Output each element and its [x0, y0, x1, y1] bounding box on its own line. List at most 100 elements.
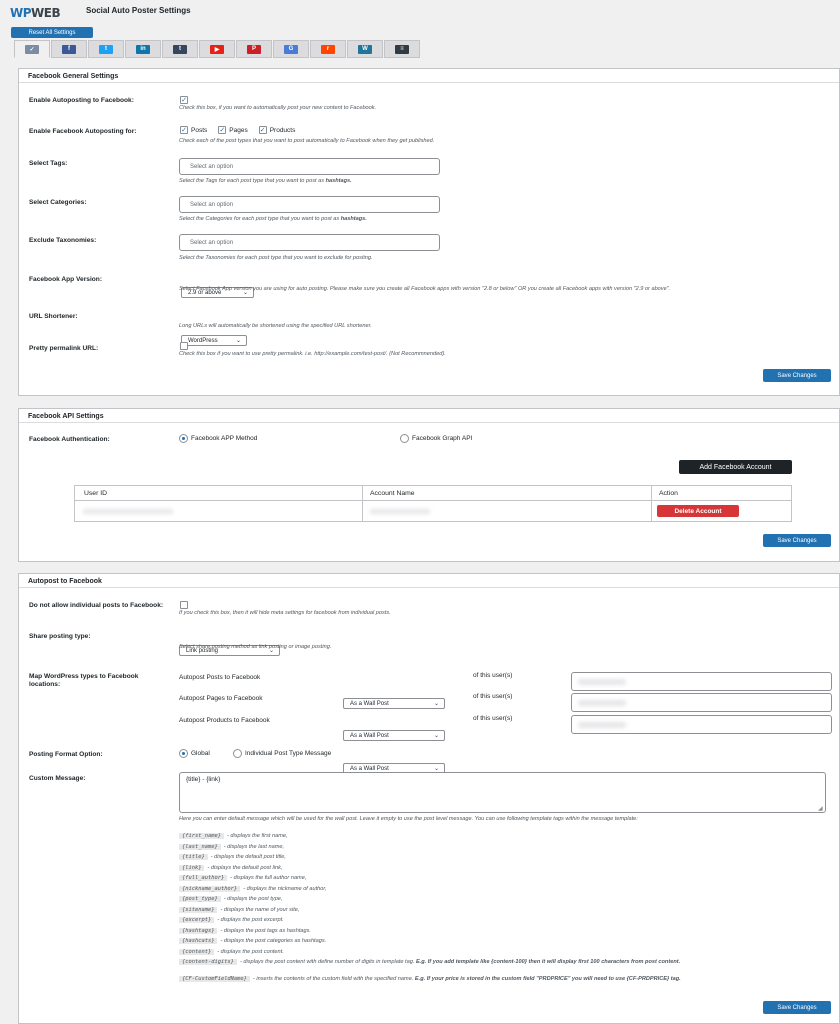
template-tag: {link} — [179, 864, 205, 871]
post-types-group: ✓ Posts ✓ Pages ✓ Products — [180, 126, 295, 134]
graph-api-radio[interactable] — [400, 434, 409, 443]
template-tag-item: {full_author} - displays the full author … — [179, 875, 327, 886]
template-tag: {excerpt} — [179, 917, 215, 923]
select-categories-desc: Select the Categories for each post type… — [179, 216, 367, 222]
map-row-users-input[interactable] — [571, 715, 832, 734]
save-changes-button[interactable]: Save Changes — [763, 369, 831, 382]
reddit-icon: r — [321, 44, 335, 54]
tab-pinterest[interactable]: P — [236, 40, 272, 58]
template-tags-list: {first_name} - displays the first name, {l… — [179, 833, 327, 959]
template-tag: {content} — [179, 948, 215, 955]
delete-account-button[interactable]: Delete Account — [657, 505, 739, 517]
reset-all-settings-button[interactable]: Reset All Settings — [11, 27, 93, 38]
facebook-api-settings-panel: Facebook API Settings Facebook Authentic… — [18, 408, 840, 562]
template-tag: {nickname_author} — [179, 885, 241, 892]
youtube-icon: ▶ — [210, 44, 224, 54]
custom-message-textarea[interactable]: {title} - {link} — [179, 772, 826, 813]
save-changes-button[interactable]: Save Changes — [763, 1001, 831, 1014]
products-checkbox[interactable]: ✓ — [258, 126, 267, 134]
tab-linkedin[interactable]: in — [125, 40, 161, 58]
no-individual-posts-desc: If you check this box, then it will hide… — [179, 610, 391, 616]
tumblr-icon: t — [173, 44, 187, 54]
map-row-select[interactable]: As a Wall Post ⌄ — [343, 730, 445, 741]
select-tags-desc: Select the Tags for each post type that … — [179, 178, 352, 184]
app-method-option[interactable]: Facebook APP Method — [179, 434, 257, 443]
template-tag-item: {hashcats} - displays the post categories… — [179, 938, 327, 949]
template-tag-item: {excerpt} - displays the post excerpt. — [179, 917, 327, 928]
wpweb-logo: WPWEB — [10, 6, 61, 20]
select-tags-input[interactable]: Select an option — [179, 158, 440, 175]
autopost-to-facebook-panel: Autopost to Facebook Do not allow indivi… — [18, 573, 840, 1024]
user-id-header: User ID — [74, 485, 363, 501]
add-facebook-account-button[interactable]: Add Facebook Account — [679, 460, 792, 474]
format-global-option[interactable]: Global — [179, 749, 210, 758]
template-tag-item: {hashtags} - displays the post tags as ha… — [179, 927, 327, 939]
facebook-general-settings-panel: Facebook General Settings Enable Autopos… — [18, 68, 840, 396]
tab-wordpress[interactable]: W — [347, 40, 383, 58]
products-label: Products — [269, 126, 296, 134]
custom-message-desc: Here you can enter default message which… — [179, 816, 638, 822]
map-row-users-input[interactable] — [571, 672, 832, 691]
enable-autoposting-desc: Check this box, if you want to automatic… — [179, 105, 377, 111]
map-row-select[interactable]: As a Wall Post ⌄ — [343, 698, 445, 709]
resize-handle-icon[interactable]: ◢ — [818, 805, 823, 812]
map-row-label: Autopost Pages to Facebook — [179, 695, 263, 702]
tab-twitter[interactable]: t — [88, 40, 124, 58]
section-title: Autopost to Facebook — [19, 574, 839, 588]
global-radio[interactable] — [179, 749, 188, 758]
enable-autoposting-label: Enable Autoposting to Facebook: — [29, 97, 134, 104]
linkedin-icon: in — [136, 44, 150, 54]
tab-youtube[interactable]: ▶ — [199, 40, 235, 58]
tab-social-auto-poster[interactable]: ✓ — [14, 40, 50, 58]
pages-checkbox[interactable]: ✓ — [218, 126, 227, 134]
tab-facebook[interactable]: f — [51, 40, 87, 58]
select-categories-input[interactable]: Select an option — [179, 196, 440, 213]
template-tag: {post_type} — [179, 896, 221, 902]
url-shortener-select[interactable]: WordPress ⌄ — [181, 335, 247, 346]
chevron-down-icon: ⌄ — [235, 338, 241, 344]
pretty-permalink-label: Pretty permalink URL: — [29, 345, 99, 352]
share-posting-type-label: Share posting type: — [29, 633, 91, 640]
template-tag-item: {content} - displays the post content. — [179, 948, 327, 960]
chevron-down-icon: ⌄ — [433, 733, 439, 739]
google-business-icon: G — [284, 44, 298, 54]
map-types-label: Map WordPress types to Facebook location… — [29, 673, 139, 688]
buffer-icon: ≡ — [395, 44, 409, 54]
autoposting-types-label: Enable Facebook Autoposting for: — [29, 128, 137, 135]
map-row-label: Autopost Products to Facebook — [179, 717, 270, 724]
exclude-taxonomies-label: Exclude Taxonomies: — [29, 237, 97, 244]
posts-checkbox[interactable]: ✓ — [180, 126, 188, 134]
social-auto-poster-icon: ✓ — [25, 44, 39, 54]
template-tag-item: {link} - displays the default post link, — [179, 864, 327, 876]
template-tag: {content-digits} — [179, 959, 237, 965]
twitter-icon: t — [99, 44, 113, 54]
map-row-users-input[interactable] — [571, 693, 832, 712]
tab-reddit[interactable]: r — [310, 40, 346, 58]
facebook-authentication-label: Facebook Authentication: — [29, 436, 110, 443]
map-row-label: Autopost Posts to Facebook — [179, 674, 261, 681]
facebook-icon: f — [62, 44, 76, 54]
template-tag: {title} — [179, 854, 208, 860]
network-tabs: ✓ f t in t ▶ P Gr W ≡ — [14, 40, 420, 58]
tab-tumblr[interactable]: t — [162, 40, 198, 58]
map-row-of-users: of this user(s) — [473, 672, 513, 679]
graph-api-option[interactable]: Facebook Graph API — [400, 434, 472, 443]
pages-label: Pages — [229, 126, 248, 134]
pretty-permalink-checkbox[interactable] — [180, 342, 188, 350]
table-header-row: User ID Account Name Action — [74, 485, 792, 501]
no-individual-posts-checkbox[interactable] — [180, 601, 188, 609]
app-method-radio[interactable] — [179, 434, 188, 443]
save-changes-button[interactable]: Save Changes — [763, 534, 831, 547]
tab-buffer[interactable]: ≡ — [384, 40, 420, 58]
section-title: Facebook General Settings — [19, 69, 839, 83]
individual-radio[interactable] — [233, 749, 242, 758]
enable-autoposting-checkbox[interactable]: ✓ — [180, 96, 188, 104]
url-shortener-desc: Long URLs will automatically be shortene… — [179, 323, 372, 329]
tab-google-business[interactable]: G — [273, 40, 309, 58]
exclude-taxonomies-input[interactable]: Select an option — [179, 234, 440, 251]
section-title: Facebook API Settings — [19, 409, 839, 423]
url-shortener-label: URL Shortener: — [29, 313, 78, 320]
format-individual-option[interactable]: Individual Post Type Message — [233, 749, 331, 758]
template-tag: {CF-CustomFieldName} — [179, 976, 250, 982]
chevron-down-icon: ⌄ — [433, 766, 439, 772]
